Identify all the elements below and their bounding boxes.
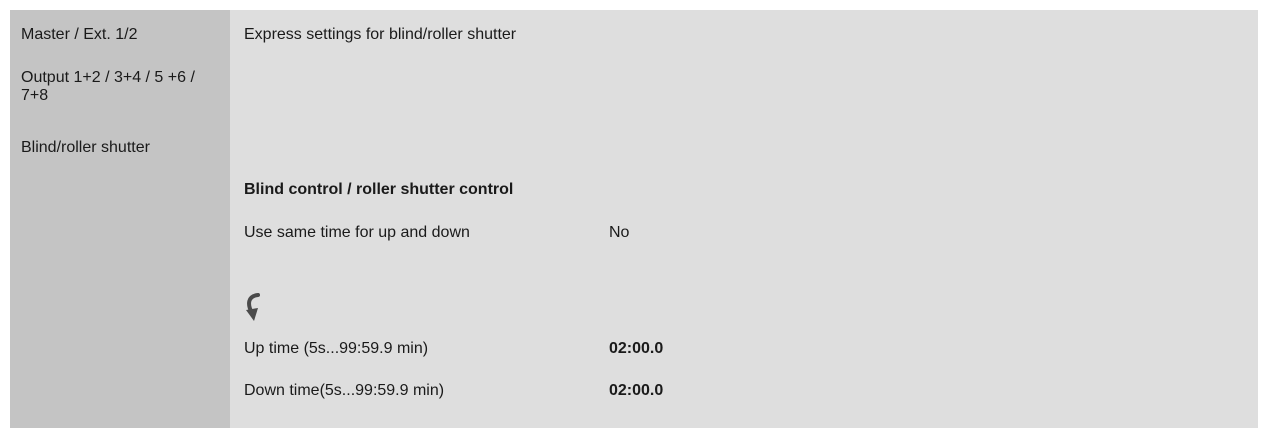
down-time-label: Down time(5s...99:59.9 min) [244,382,445,399]
sidebar-item-blind-roller-shutter[interactable]: Blind/roller shutter [21,139,221,157]
sidebar-item-output[interactable]: Output 1+2 / 3+4 / 5 +6 / 7+8 [21,69,221,105]
down-time-value[interactable]: 02:00.0 [609,382,663,400]
sidebar-item-master-ext[interactable]: Master / Ext. 1/2 [21,26,221,44]
same-time-value[interactable]: No [609,224,629,242]
sidebar: Master / Ext. 1/2 Output 1+2 / 3+4 / 5 +… [10,10,230,428]
up-time-value[interactable]: 02:00.0 [609,340,663,358]
page-title: Express settings for blind/roller shutte… [244,26,517,43]
up-time-label: Up time (5s...99:59.9 min) [244,340,429,357]
main-panel: Express settings for blind/roller shutte… [230,10,1258,428]
page: Master / Ext. 1/2 Output 1+2 / 3+4 / 5 +… [0,0,1268,428]
curved-arrow-down-icon [246,293,260,321]
same-time-label: Use same time for up and down [244,224,470,241]
sidebar-item-label: Master / Ext. 1/2 [21,26,138,43]
section-heading: Blind control / roller shutter control [244,181,514,198]
sidebar-item-label: Blind/roller shutter [21,139,150,156]
sidebar-item-label: Output 1+2 / 3+4 / 5 +6 / 7+8 [21,69,195,104]
